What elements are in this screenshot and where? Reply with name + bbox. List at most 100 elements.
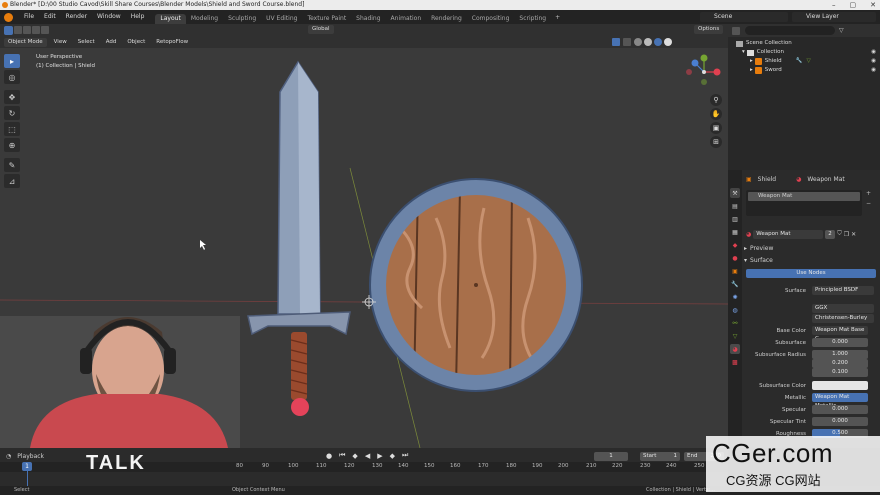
modifier-tab-icon[interactable]: 🔧 bbox=[730, 279, 740, 289]
object-mode-dropdown[interactable]: Object Mode bbox=[4, 37, 47, 47]
blender-logo-icon[interactable] bbox=[4, 12, 13, 22]
subsurface-value-field[interactable]: 0.000 bbox=[812, 338, 868, 347]
xray-icon[interactable] bbox=[623, 38, 631, 46]
jump-end-icon[interactable]: ⏭ bbox=[402, 451, 408, 460]
outliner-search-input[interactable] bbox=[745, 26, 835, 35]
menu-object[interactable]: Object bbox=[123, 38, 149, 47]
disclosure-triangle-icon[interactable]: ▾ bbox=[742, 48, 745, 57]
menu-add[interactable]: Add bbox=[102, 38, 121, 47]
object-tab-icon[interactable]: ▣ bbox=[730, 266, 740, 276]
tab-compositing[interactable]: Compositing bbox=[467, 14, 515, 24]
outliner-row-shield[interactable]: ▸ Shield 🔧 ▽ ◉ bbox=[736, 57, 876, 66]
texture-tab-icon[interactable]: ▩ bbox=[730, 357, 740, 367]
menu-window[interactable]: Window bbox=[92, 10, 126, 24]
disclosure-triangle-icon[interactable]: ▸ bbox=[750, 57, 753, 66]
view-layer-tab-icon[interactable]: ▦ bbox=[730, 227, 740, 237]
close-icon[interactable]: ✕ bbox=[870, 1, 876, 9]
distribution-dropdown[interactable]: GGX bbox=[812, 304, 874, 313]
add-slot-icon[interactable]: + bbox=[866, 190, 871, 197]
playback-menu[interactable]: Playback bbox=[17, 453, 44, 460]
material-tab-icon[interactable]: ◕ bbox=[730, 344, 740, 354]
base-color-link-field[interactable]: Weapon Mat Base C... bbox=[812, 326, 868, 342]
transform-tool-icon[interactable]: ⊕ bbox=[4, 138, 20, 152]
prev-keyframe-icon[interactable]: ◆ bbox=[352, 452, 357, 460]
menu-file[interactable]: File bbox=[19, 10, 39, 24]
outliner-row-sword[interactable]: ▸ Sword ◉ bbox=[736, 66, 876, 75]
options-dropdown[interactable]: Options bbox=[694, 25, 724, 34]
rotate-tool-icon[interactable]: ↻ bbox=[4, 106, 20, 120]
next-keyframe-icon[interactable]: ◆ bbox=[390, 452, 395, 460]
modifier-wrench-icon[interactable]: 🔧 bbox=[796, 57, 803, 66]
tab-shading[interactable]: Shading bbox=[351, 14, 385, 24]
browse-material-icon[interactable]: ◕ bbox=[746, 231, 751, 238]
material-preview-icon[interactable] bbox=[654, 38, 662, 46]
particles-tab-icon[interactable]: ✺ bbox=[730, 292, 740, 302]
disclosure-triangle-icon[interactable]: ▸ bbox=[750, 66, 753, 75]
filter-icon[interactable]: ▽ bbox=[839, 27, 844, 34]
output-tab-icon[interactable]: ▥ bbox=[730, 214, 740, 224]
physics-tab-icon[interactable]: ◍ bbox=[730, 305, 740, 315]
tab-rendering[interactable]: Rendering bbox=[426, 14, 467, 24]
surface-shader-dropdown[interactable]: Principled BSDF bbox=[812, 286, 874, 295]
subsurface-color-swatch[interactable] bbox=[812, 381, 868, 390]
visibility-eye-icon[interactable]: ◉ bbox=[871, 48, 876, 57]
scene-tab-icon[interactable]: ◆ bbox=[730, 240, 740, 250]
play-reverse-icon[interactable]: ◀ bbox=[365, 452, 370, 460]
material-slot-item[interactable]: Weapon Mat bbox=[748, 192, 860, 201]
subsurface-radius-y-field[interactable]: 0.200 bbox=[812, 359, 868, 368]
tab-scripting[interactable]: Scripting bbox=[514, 14, 551, 24]
maximize-icon[interactable]: ▢ bbox=[850, 1, 857, 9]
visibility-eye-icon[interactable]: ◉ bbox=[871, 66, 876, 75]
transform-orientation-dropdown[interactable]: Global bbox=[308, 25, 334, 34]
pan-hand-icon[interactable]: ✋ bbox=[710, 108, 722, 120]
surface-panel-header[interactable]: ▾ Surface bbox=[744, 256, 773, 265]
overlay-icon[interactable] bbox=[612, 38, 620, 46]
add-workspace-icon[interactable]: + bbox=[551, 14, 564, 21]
remove-slot-icon[interactable]: − bbox=[866, 200, 871, 207]
jump-start-icon[interactable]: ⏮ bbox=[339, 451, 345, 460]
metallic-link-field[interactable]: Weapon Mat Metallic bbox=[812, 393, 868, 409]
outliner-row-scene-collection[interactable]: Scene Collection bbox=[736, 39, 876, 48]
editor-type-clock-icon[interactable]: ◔ bbox=[6, 453, 11, 460]
menu-render[interactable]: Render bbox=[61, 10, 92, 24]
constraints-tab-icon[interactable]: ⚯ bbox=[730, 318, 740, 328]
measure-tool-icon[interactable]: ⊿ bbox=[4, 174, 20, 188]
playhead-frame-indicator[interactable]: 1 bbox=[22, 462, 32, 471]
3d-viewport[interactable] bbox=[0, 48, 728, 448]
subsurface-radius-x-field[interactable]: 1.000 bbox=[812, 350, 868, 359]
select-box-icon[interactable] bbox=[4, 25, 13, 35]
menu-edit[interactable]: Edit bbox=[39, 10, 61, 24]
subsurface-method-dropdown[interactable]: Christensen-Burley bbox=[812, 314, 874, 323]
scale-tool-icon[interactable]: ⬚ bbox=[4, 122, 20, 136]
fake-user-icon[interactable]: ⛉ bbox=[837, 230, 842, 238]
preview-panel-header[interactable]: ▸ Preview bbox=[744, 244, 773, 253]
tab-layout[interactable]: Layout bbox=[155, 14, 186, 24]
use-nodes-button[interactable]: Use Nodes bbox=[746, 269, 876, 278]
select-tool-icon[interactable]: ▸ bbox=[4, 54, 20, 68]
data-tab-icon[interactable]: ▽ bbox=[730, 331, 740, 341]
select-mode-extend-icon[interactable] bbox=[23, 26, 31, 34]
render-tab-icon[interactable]: ▤ bbox=[730, 201, 740, 211]
play-icon[interactable]: ▶ bbox=[377, 452, 382, 460]
annotate-tool-icon[interactable]: ✎ bbox=[4, 158, 20, 172]
zoom-icon[interactable]: ⚲ bbox=[710, 94, 722, 106]
material-name-field[interactable]: Weapon Mat bbox=[753, 229, 824, 239]
visibility-eye-icon[interactable]: ◉ bbox=[871, 57, 876, 66]
menu-view[interactable]: View bbox=[50, 38, 71, 47]
menu-help[interactable]: Help bbox=[126, 10, 150, 24]
world-tab-icon[interactable]: ● bbox=[730, 253, 740, 263]
camera-view-icon[interactable]: ▣ bbox=[710, 122, 722, 134]
subsurface-radius-z-field[interactable]: 0.100 bbox=[812, 368, 868, 377]
material-user-count[interactable]: 2 bbox=[825, 229, 836, 239]
outliner-row-collection[interactable]: ▾ Collection ◉ bbox=[736, 48, 876, 57]
cursor-tool-icon[interactable]: ◎ bbox=[4, 70, 20, 84]
tab-uv-editing[interactable]: UV Editing bbox=[261, 14, 302, 24]
start-frame-field[interactable]: Start 1 bbox=[640, 452, 680, 461]
outliner-display-mode-icon[interactable] bbox=[732, 26, 740, 35]
grid-view-icon[interactable]: ⊞ bbox=[710, 136, 722, 148]
select-mode-invert-icon[interactable] bbox=[41, 26, 49, 34]
tab-animation[interactable]: Animation bbox=[386, 14, 427, 24]
copy-material-icon[interactable]: ❐ bbox=[844, 231, 849, 238]
current-frame-field[interactable]: 1 bbox=[594, 452, 628, 461]
mesh-data-icon[interactable]: ▽ bbox=[807, 57, 811, 66]
